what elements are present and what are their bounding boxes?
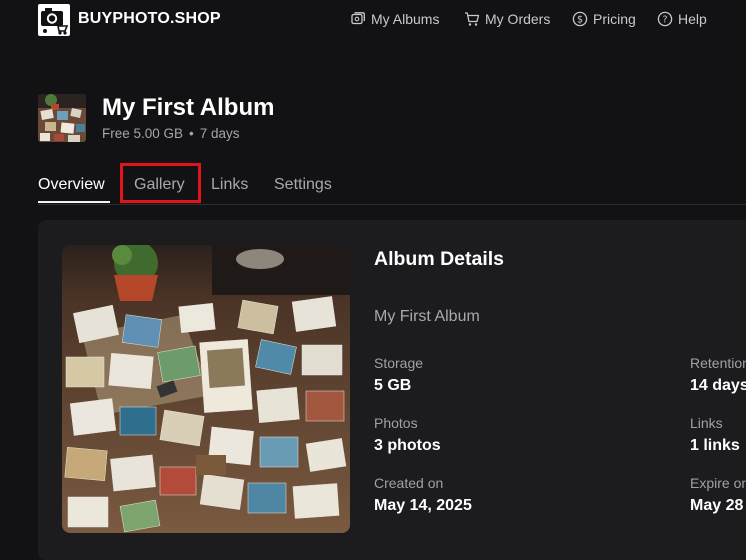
subtitle-separator: • bbox=[189, 126, 194, 141]
album-plan: Free 5.00 GB bbox=[102, 126, 184, 141]
album-title: My First Album bbox=[102, 94, 275, 121]
cart-icon bbox=[465, 12, 480, 26]
nav-my-orders-label: My Orders bbox=[485, 11, 551, 27]
tab-settings[interactable]: Settings bbox=[274, 176, 332, 194]
svg-text:$: $ bbox=[577, 14, 583, 25]
album-thumbnail bbox=[38, 94, 86, 142]
logo-icon[interactable] bbox=[38, 4, 70, 36]
expire-label: Expire on bbox=[690, 475, 746, 491]
active-tab-indicator bbox=[38, 201, 110, 203]
details-album-name: My First Album bbox=[374, 308, 480, 325]
album-duration: 7 days bbox=[199, 126, 240, 141]
created-value: May 14, 2025 bbox=[374, 497, 472, 514]
storage-label: Storage bbox=[374, 355, 424, 371]
details-title: Album Details bbox=[374, 248, 505, 270]
nav-help-label: Help bbox=[678, 11, 707, 27]
created-label: Created on bbox=[374, 475, 444, 491]
nav-my-albums[interactable]: My Albums bbox=[350, 11, 439, 27]
nav-pricing[interactable]: $ Pricing bbox=[572, 11, 636, 27]
help-circle-icon: ? bbox=[657, 11, 673, 27]
tab-links[interactable]: Links bbox=[211, 176, 248, 194]
album-subtitle: Free 5.00 GB • 7 days bbox=[102, 126, 240, 141]
photos-value: 3 photos bbox=[374, 437, 441, 454]
links-label: Links bbox=[690, 415, 723, 431]
nav-my-orders[interactable]: My Orders bbox=[464, 11, 550, 27]
albums-icon bbox=[351, 12, 365, 25]
brand-name[interactable]: BUYPHOTO.SHOP bbox=[78, 10, 221, 28]
top-nav: BUYPHOTO.SHOP My Albums My Orders $ Pric… bbox=[0, 0, 746, 40]
retention-label: Retention bbox=[690, 355, 746, 371]
storage-value: 5 GB bbox=[374, 377, 412, 394]
svg-text:?: ? bbox=[662, 14, 667, 25]
nav-pricing-label: Pricing bbox=[593, 11, 636, 27]
tab-overview[interactable]: Overview bbox=[38, 176, 105, 194]
expire-value: May 28 bbox=[690, 497, 744, 514]
dollar-circle-icon: $ bbox=[572, 11, 588, 27]
photos-label: Photos bbox=[374, 415, 418, 431]
nav-help[interactable]: ? Help bbox=[657, 11, 707, 27]
gallery-tab-highlight bbox=[120, 163, 201, 203]
links-value: 1 links bbox=[690, 437, 740, 454]
album-cover-photo bbox=[62, 245, 350, 533]
retention-value: 14 days bbox=[690, 377, 746, 394]
nav-my-albums-label: My Albums bbox=[371, 11, 440, 27]
